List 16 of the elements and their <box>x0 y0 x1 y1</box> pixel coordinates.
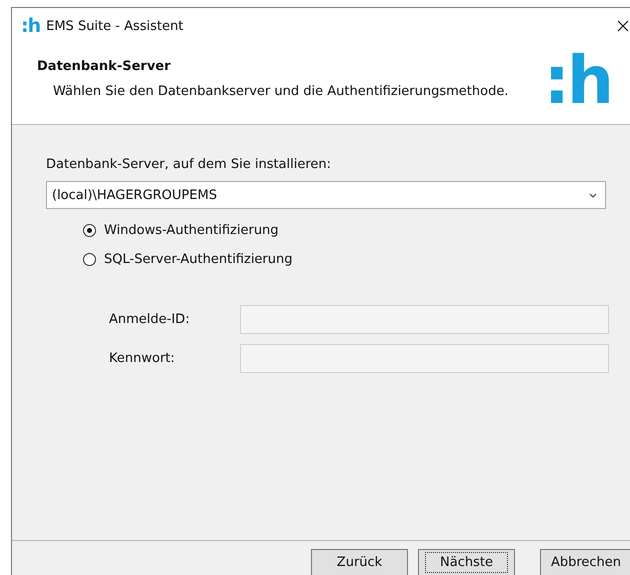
chevron-down-icon <box>589 192 597 198</box>
window-title: EMS Suite - Assistent <box>46 18 184 34</box>
field-label: Anmelde-ID: <box>109 312 191 327</box>
wizard-button[interactable]: Nächste <box>418 549 515 575</box>
server-label: Datenbank-Server, auf dem Sie installieren: <box>46 157 332 172</box>
close-icon[interactable] <box>617 20 629 32</box>
field-label: Kennwort: <box>109 351 176 366</box>
page-subtitle: Wählen Sie den Datenbankserver und die Authentifizierungsmethode. <box>53 84 508 99</box>
wizard-button[interactable]: Zurück <box>311 549 408 575</box>
app-logo: :h <box>21 16 40 36</box>
auth-radio[interactable]: SQL-Server-Authentifizierung <box>83 252 630 267</box>
page-title: Datenbank-Server <box>37 59 172 74</box>
wizard-button[interactable]: Abbrechen <box>540 549 630 575</box>
auth-radio[interactable]: Windows-Authentifizierung <box>83 223 630 238</box>
server-dropdown[interactable]: (local)\HAGERGROUPEMS <box>46 181 606 209</box>
header-logo: :h <box>544 48 611 121</box>
